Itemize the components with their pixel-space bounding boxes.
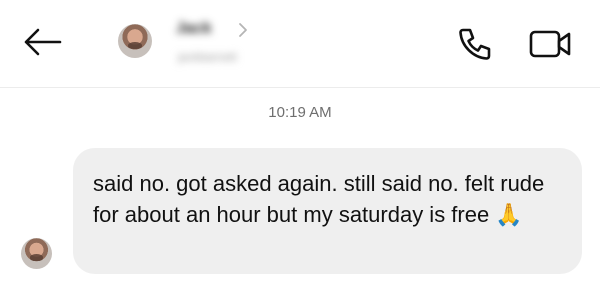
phone-icon [459, 28, 491, 60]
arrow-left-icon [24, 28, 62, 56]
message-bubble[interactable]: said no. got asked again. still said no.… [73, 148, 582, 274]
back-button[interactable] [20, 26, 64, 58]
chevron-right-icon[interactable] [236, 21, 250, 39]
contact-name[interactable]: Jack [176, 20, 212, 38]
voice-call-button[interactable] [455, 24, 495, 64]
message-text: said no. got asked again. still said no.… [93, 171, 545, 227]
contact-avatar[interactable] [118, 24, 152, 58]
chat-header: Jack jackbarnett [0, 0, 600, 88]
sender-avatar[interactable] [21, 238, 52, 269]
message-timestamp: 10:19 AM [268, 104, 332, 121]
contact-handle: jackbarnett [178, 50, 237, 64]
video-camera-icon [529, 30, 571, 58]
video-call-button[interactable] [527, 24, 575, 64]
